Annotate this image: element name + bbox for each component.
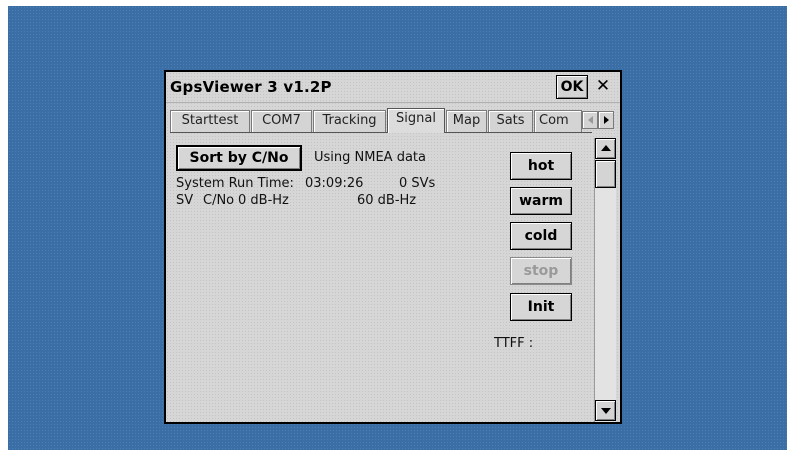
- sv-column-header: SV: [176, 193, 194, 208]
- ttff-label: TTFF :: [494, 336, 534, 351]
- scroll-down-button[interactable]: [595, 400, 616, 421]
- stop-button[interactable]: stop: [510, 257, 572, 285]
- run-time-label: System Run Time:: [176, 176, 294, 191]
- sort-by-cno-button[interactable]: Sort by C/No: [176, 145, 302, 171]
- title-bar: GpsViewer 3 v1.2P OK ✕: [166, 72, 620, 103]
- tab-sats[interactable]: Sats: [488, 110, 533, 132]
- tab-com7[interactable]: COM7: [251, 110, 312, 132]
- tab-signal[interactable]: Signal: [387, 108, 445, 133]
- tab-com[interactable]: Com: [534, 110, 582, 132]
- scroll-up-button[interactable]: [595, 138, 616, 159]
- data-source-label: Using NMEA data: [314, 150, 426, 165]
- arrow-up-icon: [601, 145, 611, 151]
- scale-min-label: 0 dB-Hz: [238, 193, 289, 208]
- vertical-scrollbar[interactable]: [594, 138, 616, 422]
- scale-max-label: 60 dB-Hz: [357, 193, 417, 208]
- cold-start-button[interactable]: cold: [510, 222, 572, 250]
- init-button[interactable]: Init: [510, 293, 572, 321]
- hot-start-button[interactable]: hot: [510, 152, 572, 180]
- tab-tracking[interactable]: Tracking: [313, 110, 386, 132]
- arrow-right-icon: [604, 116, 609, 124]
- window-title: GpsViewer 3 v1.2P: [170, 78, 332, 96]
- window-client: GpsViewer 3 v1.2P OK ✕ Starttest COM7 Tr…: [166, 72, 620, 422]
- close-icon[interactable]: ✕: [590, 75, 616, 97]
- tab-scroll-right-button[interactable]: [598, 111, 614, 129]
- tab-strip: Starttest COM7 Tracking Signal Map Sats …: [170, 108, 620, 133]
- cno-column-header: C/No: [203, 193, 235, 208]
- gpsviewer-window: GpsViewer 3 v1.2P OK ✕ Starttest COM7 Tr…: [164, 70, 622, 424]
- warm-start-button[interactable]: warm: [510, 187, 572, 215]
- scroll-thumb[interactable]: [595, 160, 616, 188]
- run-time-value: 03:09:26: [305, 176, 364, 191]
- ok-button[interactable]: OK: [556, 75, 588, 99]
- sv-count: 0 SVs: [399, 176, 436, 191]
- arrow-down-icon: [601, 408, 611, 414]
- tab-scroll-left-button[interactable]: [582, 111, 598, 129]
- tab-starttest[interactable]: Starttest: [170, 110, 250, 132]
- tab-map[interactable]: Map: [446, 110, 487, 132]
- arrow-left-icon: [588, 116, 593, 124]
